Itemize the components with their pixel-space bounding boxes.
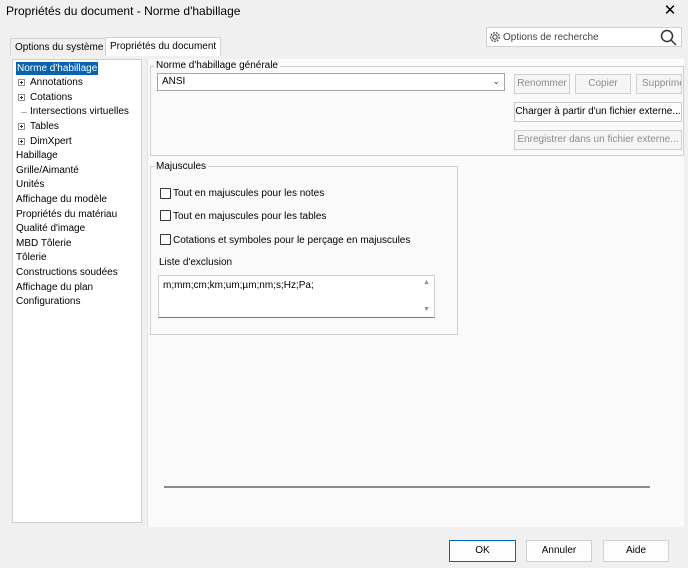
delete-button[interactable]: Supprimer [636, 74, 682, 94]
expand-icon[interactable] [18, 94, 25, 101]
load-external-file-button[interactable]: Charger à partir d'un fichier externe... [514, 102, 682, 122]
tree-item-mbd-sheet-metal[interactable]: MBD Tôlerie [16, 237, 71, 250]
scroll-up-icon[interactable]: ▲ [423, 279, 430, 286]
search-icon[interactable] [660, 29, 678, 46]
expand-icon[interactable] [18, 138, 25, 145]
uppercase-hole-callouts-label[interactable]: Cotations et symboles pour le perçage en… [173, 235, 410, 246]
tree-item-units[interactable]: Unités [16, 178, 44, 191]
search-placeholder: Options de recherche [503, 32, 599, 43]
tree-item-drafting-standard[interactable]: Norme d'habillage [16, 62, 99, 75]
scroll-down-icon[interactable]: ▼ [423, 306, 430, 313]
tab-document-properties[interactable]: Propriétés du document [105, 37, 222, 56]
tree-item-grid-snap[interactable]: Grille/Aimanté [16, 164, 79, 177]
exclusion-list-label: Liste d'exclusion [159, 257, 233, 268]
uppercase-tables-label[interactable]: Tout en majuscules pour les tables [173, 211, 326, 222]
uppercase-tables-checkbox[interactable] [160, 210, 171, 221]
tree-item-material-properties[interactable]: Propriétés du matériau [16, 208, 117, 221]
tree-item-annotations[interactable]: Annotations [30, 76, 83, 89]
tree-item-configurations[interactable]: Configurations [16, 295, 80, 308]
tree-item-image-quality[interactable]: Qualité d'image [16, 222, 85, 235]
uppercase-notes-checkbox[interactable] [160, 188, 171, 199]
expand-icon[interactable] [18, 79, 25, 86]
tab-system-options[interactable]: Options du système [10, 38, 109, 56]
chevron-down-icon: ⌄ [492, 76, 500, 86]
rename-button[interactable]: Renommer [514, 74, 570, 94]
help-button[interactable]: Aide [603, 540, 669, 562]
tree-connector [21, 112, 27, 113]
ok-button[interactable]: OK [449, 540, 516, 562]
uppercase-notes-label[interactable]: Tout en majuscules pour les notes [173, 188, 324, 199]
uppercase-group-title: Majuscules [154, 161, 209, 172]
tree-item-model-display[interactable]: Affichage du modèle [16, 193, 107, 206]
tree-item-detailing[interactable]: Habillage [16, 149, 58, 162]
tree-item-virtual-sharps[interactable]: Intersections virtuelles [30, 105, 129, 118]
tree-item-weldments[interactable]: Constructions soudées [16, 266, 118, 279]
standard-select[interactable]: ANSI ⌄ [157, 73, 505, 91]
gear-icon [490, 32, 500, 42]
expand-icon[interactable] [18, 123, 25, 130]
close-icon[interactable]: ✕ [662, 2, 678, 20]
copy-button[interactable]: Copier [575, 74, 631, 94]
title-bar: Propriétés du document - Norme d'habilla… [0, 0, 688, 24]
options-tree[interactable]: Norme d'habillage Annotations Cotations … [12, 59, 142, 523]
exclusion-list-field[interactable]: m;mm;cm;km;um;µm;nm;s;Hz;Pa; ▲ ▼ [158, 275, 435, 318]
tree-item-sheet-metal[interactable]: Tôlerie [16, 251, 47, 264]
search-input[interactable]: Options de recherche [486, 27, 682, 47]
horizontal-scrollbar[interactable] [164, 486, 650, 488]
standard-group-title: Norme d'habillage générale [154, 60, 280, 71]
tree-item-dimensions[interactable]: Cotations [30, 91, 72, 104]
tree-item-plane-display[interactable]: Affichage du plan [16, 281, 93, 294]
cancel-button[interactable]: Annuler [526, 540, 592, 562]
tree-item-tables[interactable]: Tables [30, 120, 59, 133]
tree-item-dimxpert[interactable]: DimXpert [30, 135, 72, 148]
save-external-file-button[interactable]: Enregistrer dans un fichier externe... [514, 130, 682, 150]
window-title: Propriétés du document - Norme d'habilla… [6, 4, 241, 18]
standard-select-value: ANSI [162, 76, 186, 87]
exclusion-list-value: m;mm;cm;km;um;µm;nm;s;Hz;Pa; [163, 280, 314, 291]
uppercase-hole-callouts-checkbox[interactable] [160, 234, 171, 245]
